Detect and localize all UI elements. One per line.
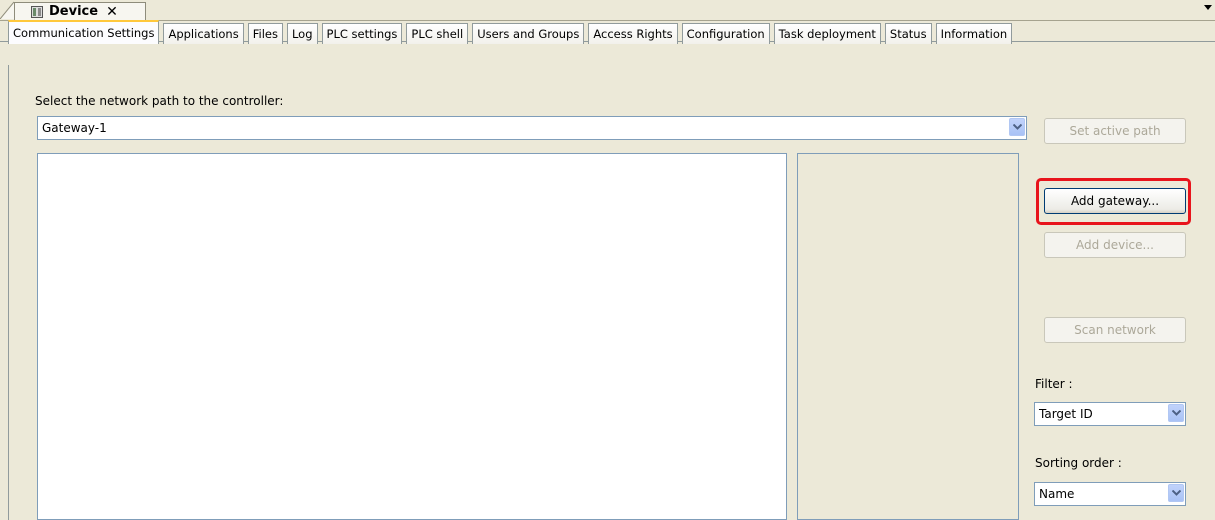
tab-log[interactable]: Log bbox=[286, 23, 318, 44]
device-icon bbox=[31, 5, 43, 18]
document-tab-device[interactable]: Device ✕ bbox=[14, 2, 146, 20]
network-path-value: Gateway-1 bbox=[42, 121, 107, 135]
network-path-select[interactable]: Gateway-1 bbox=[37, 116, 1027, 140]
tab-applications[interactable]: Applications bbox=[163, 23, 244, 44]
sorting-order-label: Sorting order : bbox=[1035, 456, 1122, 470]
document-tab-title: Device bbox=[49, 4, 99, 19]
tab-status[interactable]: Status bbox=[884, 23, 932, 44]
add-gateway-button[interactable]: Add gateway... bbox=[1044, 188, 1186, 214]
filter-value: Target ID bbox=[1039, 407, 1093, 421]
tab-communication-settings[interactable]: Communication Settings bbox=[8, 20, 160, 44]
set-active-path-button[interactable]: Set active path bbox=[1044, 118, 1186, 144]
device-info-pane bbox=[797, 153, 1019, 520]
sorting-order-select[interactable]: Name bbox=[1034, 482, 1186, 506]
tab-list-dropdown-icon[interactable] bbox=[1204, 5, 1212, 10]
add-device-button[interactable]: Add device... bbox=[1044, 232, 1186, 258]
tab-plc-shell[interactable]: PLC shell bbox=[406, 23, 469, 44]
editor-tabs: Communication Settings Applications File… bbox=[8, 20, 1016, 44]
filter-select[interactable]: Target ID bbox=[1034, 402, 1186, 426]
tab-slant bbox=[0, 1, 14, 19]
tab-plc-settings[interactable]: PLC settings bbox=[321, 23, 403, 44]
tab-information[interactable]: Information bbox=[935, 23, 1013, 44]
chevron-down-icon[interactable] bbox=[1009, 118, 1025, 136]
network-path-label: Select the network path to the controlle… bbox=[35, 94, 284, 108]
sorting-order-value: Name bbox=[1039, 487, 1075, 501]
scan-network-button[interactable]: Scan network bbox=[1044, 317, 1186, 343]
tab-access-rights[interactable]: Access Rights bbox=[588, 23, 678, 44]
close-icon[interactable]: ✕ bbox=[106, 5, 118, 19]
communication-settings-panel: Select the network path to the controlle… bbox=[8, 65, 1214, 520]
tab-files[interactable]: Files bbox=[247, 23, 283, 44]
tab-users-and-groups[interactable]: Users and Groups bbox=[472, 23, 585, 44]
document-tab-bar: Device ✕ bbox=[0, 0, 1215, 21]
device-tree[interactable] bbox=[37, 153, 787, 520]
chevron-down-icon[interactable] bbox=[1168, 484, 1184, 502]
filter-label: Filter : bbox=[1035, 377, 1073, 391]
tab-configuration[interactable]: Configuration bbox=[681, 23, 770, 44]
chevron-down-icon[interactable] bbox=[1168, 404, 1184, 422]
tab-task-deployment[interactable]: Task deployment bbox=[773, 23, 881, 44]
